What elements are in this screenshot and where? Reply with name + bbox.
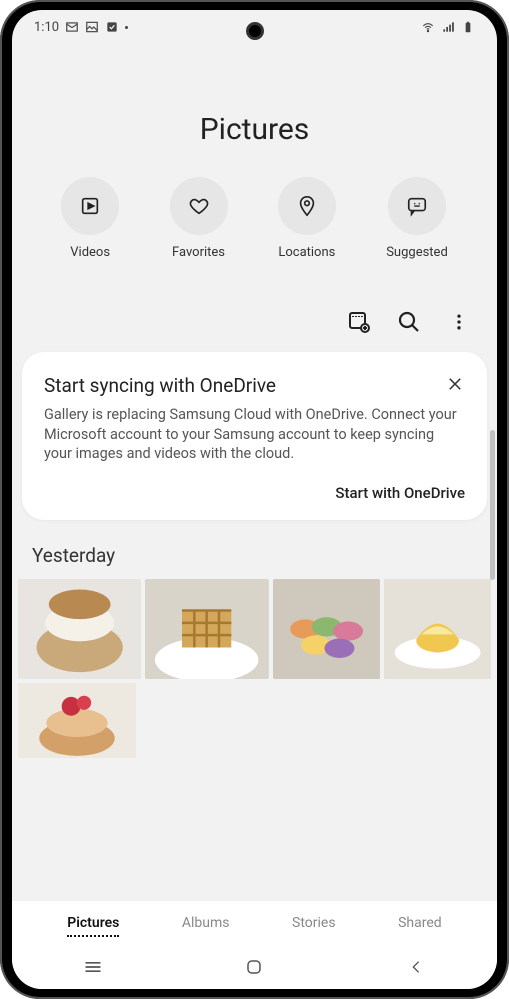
front-camera — [246, 22, 264, 40]
photo-thumbnail[interactable] — [18, 683, 136, 758]
nav-back[interactable] — [404, 955, 428, 979]
gif-add-button[interactable] — [347, 310, 371, 334]
pin-icon — [296, 195, 318, 217]
nav-recents[interactable] — [81, 955, 105, 979]
dot-icon — [125, 26, 128, 29]
photo-thumbnail[interactable] — [273, 579, 380, 679]
heart-icon — [188, 195, 210, 217]
tab-shared[interactable]: Shared — [398, 915, 442, 937]
search-button[interactable] — [397, 310, 421, 334]
category-label: Videos — [70, 245, 110, 260]
signal-icon — [441, 21, 455, 33]
sparkle-chat-icon — [406, 195, 428, 217]
category-locations[interactable]: Locations — [278, 177, 336, 260]
nav-home[interactable] — [242, 955, 266, 979]
search-icon — [397, 310, 421, 334]
tab-albums[interactable]: Albums — [182, 915, 230, 937]
close-icon — [446, 375, 464, 393]
photo-thumbnail[interactable] — [145, 579, 268, 679]
category-suggested[interactable]: Suggested — [386, 177, 448, 260]
play-icon — [79, 195, 101, 217]
scroll-indicator[interactable] — [490, 430, 495, 580]
close-button[interactable] — [445, 374, 465, 394]
system-navbar — [12, 945, 497, 989]
more-icon — [449, 312, 469, 332]
card-title: Start syncing with OneDrive — [44, 374, 276, 397]
category-videos[interactable]: Videos — [61, 177, 119, 260]
wifi-icon — [421, 21, 435, 33]
image-icon — [85, 21, 99, 33]
page-title: Pictures — [12, 112, 497, 147]
card-body: Gallery is replacing Samsung Cloud with … — [44, 405, 465, 464]
section-title: Yesterday — [12, 544, 497, 567]
check-icon — [105, 21, 119, 33]
more-button[interactable] — [447, 310, 471, 334]
gif-add-icon — [347, 309, 371, 335]
category-label: Favorites — [172, 245, 225, 260]
category-label: Locations — [278, 245, 335, 260]
battery-icon — [461, 21, 475, 33]
status-time: 1:10 — [34, 20, 59, 35]
bottom-tabs: Pictures Albums Stories Shared — [12, 901, 497, 945]
tab-stories[interactable]: Stories — [292, 915, 336, 937]
category-label: Suggested — [386, 245, 448, 260]
onedrive-sync-card: Start syncing with OneDrive Gallery is r… — [22, 352, 487, 520]
gallery-grid — [12, 579, 497, 762]
tab-pictures[interactable]: Pictures — [67, 915, 119, 937]
category-row: Videos Favorites Locations Suggested — [12, 177, 497, 260]
photo-thumbnail[interactable] — [18, 579, 141, 679]
photo-thumbnail[interactable] — [384, 579, 491, 679]
start-onedrive-button[interactable]: Start with OneDrive — [44, 484, 465, 502]
action-row — [12, 310, 497, 352]
category-favorites[interactable]: Favorites — [170, 177, 228, 260]
mail-icon — [65, 21, 79, 33]
